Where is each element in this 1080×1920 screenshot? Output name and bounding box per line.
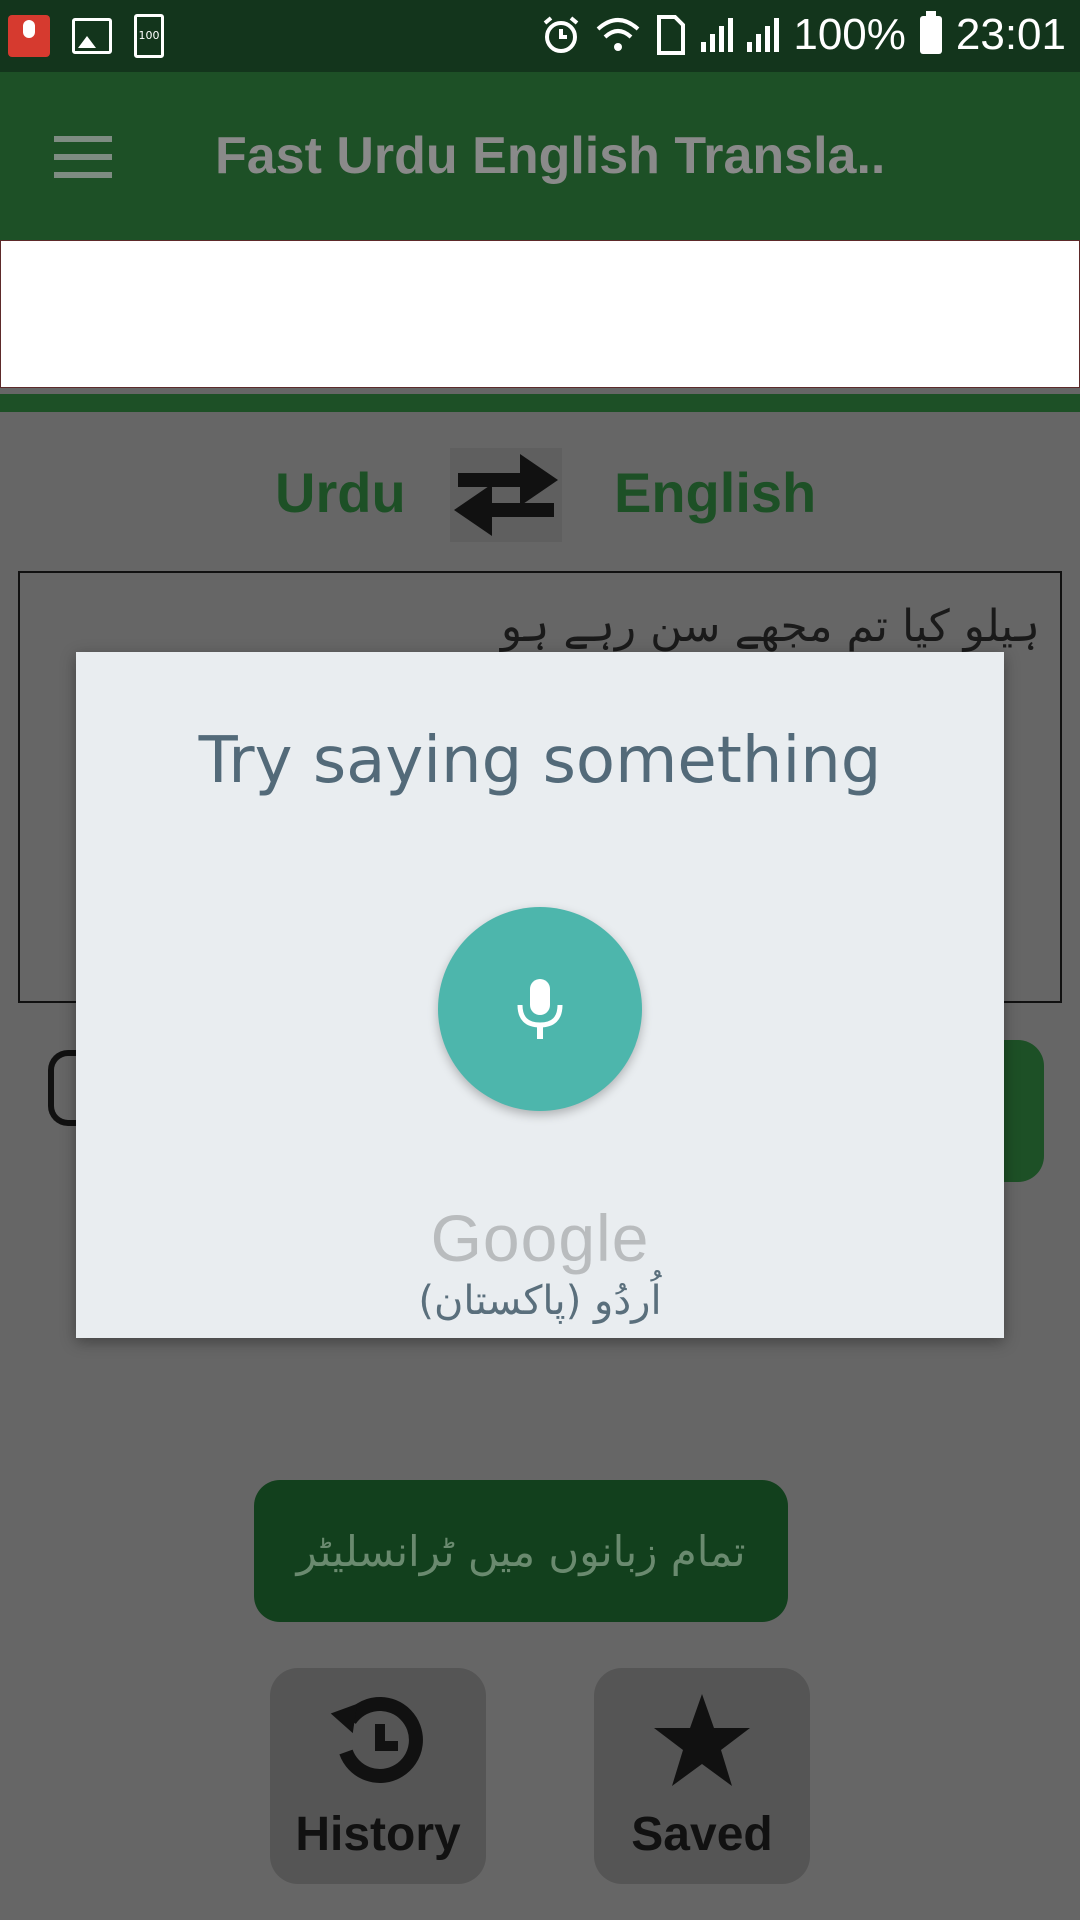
target-language[interactable]: English [614,460,816,525]
sim-icon [657,15,686,55]
battery-icon [919,11,942,54]
ad-banner [0,240,1080,388]
notification-icons: 100 [8,14,164,58]
voice-mic-button[interactable] [438,907,642,1111]
input-text: ہیلو کیا تم مجھے سن رہے ہو [500,601,1040,652]
wifi-icon [597,18,640,51]
all-languages-translator-button[interactable]: تمام زبانوں میں ٹرانسلیٹر [254,1480,788,1622]
voice-input-dialog: Try saying something Google اُردُو (پاکس… [76,652,1004,1338]
app-bar: Fast Urdu English Transla.. [0,72,1080,240]
star-icon [654,1694,750,1786]
alarm-icon [544,16,579,53]
saved-label: Saved [631,1808,773,1861]
system-icons: 100% 23:01 [541,10,1066,60]
hamburger-menu-icon[interactable] [54,136,112,178]
history-label: History [295,1808,461,1861]
battery-notification-icon: 100 [134,14,164,58]
signal-icon [701,18,734,52]
divider-strip [0,394,1080,412]
clock: 23:01 [955,10,1066,59]
recognition-language[interactable]: اُردُو (پاکستان) [76,1278,1004,1324]
battery-percent: 100% [793,10,906,59]
google-logo: Google [430,1201,650,1275]
saved-button[interactable]: Saved [594,1668,810,1884]
signal-icon-2 [747,18,780,52]
dialog-prompt: Try saying something [198,724,882,798]
source-language[interactable]: Urdu [275,460,406,525]
swap-arrows-icon [454,454,558,536]
app-title: Fast Urdu English Transla.. [215,127,886,185]
image-icon [72,18,112,54]
history-icon [330,1697,423,1783]
swap-language-button[interactable] [450,448,562,542]
status-bar: 100 100% 23:01 [0,0,1080,72]
speak-translate-app-icon [8,15,50,57]
history-button[interactable]: History [270,1668,486,1884]
microphone-icon [517,979,563,1039]
